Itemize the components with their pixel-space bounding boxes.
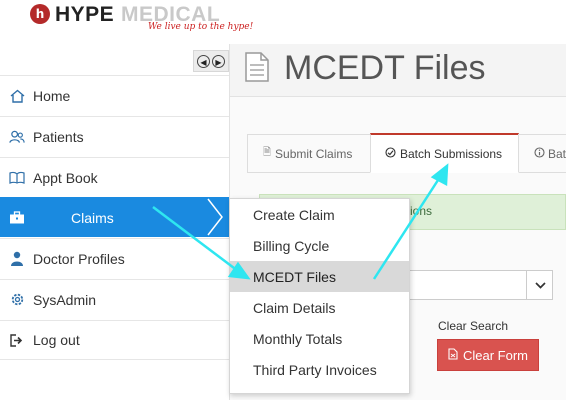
info-icon bbox=[534, 146, 545, 161]
gear-icon bbox=[9, 292, 25, 308]
sidebar-item-label: Doctor Profiles bbox=[33, 250, 125, 267]
alert-text: ions bbox=[410, 204, 433, 218]
clear-form-button[interactable]: Clear Form bbox=[437, 339, 539, 371]
check-circle-icon bbox=[385, 146, 396, 161]
sidebar-item-home[interactable]: Home bbox=[0, 75, 229, 115]
submenu-item-monthly-totals[interactable]: Monthly Totals bbox=[230, 323, 409, 354]
clear-form-label: Clear Form bbox=[462, 347, 528, 363]
tab-submit-claims[interactable]: 🗎 Submit Claims bbox=[247, 134, 371, 172]
home-icon bbox=[9, 88, 25, 104]
arrow-right-icon[interactable]: ▶ bbox=[212, 54, 225, 68]
submenu-item-third-party-invoices[interactable]: Third Party Invoices bbox=[230, 354, 409, 385]
sidebar-item-label: Appt Book bbox=[33, 169, 98, 186]
sidebar-item-logout[interactable]: Log out bbox=[0, 320, 229, 360]
tab-label: Submit Claims bbox=[275, 146, 353, 161]
arrow-left-icon[interactable]: ◀ bbox=[197, 54, 210, 68]
sidebar-item-sysadmin[interactable]: SysAdmin bbox=[0, 279, 229, 319]
briefcase-icon bbox=[9, 210, 25, 226]
submenu-item-create-claim[interactable]: Create Claim bbox=[230, 199, 409, 230]
submenu-item-claim-details[interactable]: Claim Details bbox=[230, 292, 409, 323]
clear-search-label: Clear Search bbox=[438, 319, 509, 333]
sidebar-item-appt-book[interactable]: Appt Book bbox=[0, 157, 229, 197]
sidebar-collapse-control[interactable]: ◀ ▶ bbox=[193, 50, 229, 72]
submenu-item-mcedt-files[interactable]: MCEDT Files bbox=[230, 261, 409, 292]
chevron-down-icon[interactable] bbox=[526, 270, 553, 300]
doctor-icon bbox=[9, 251, 25, 267]
tab-batch-other[interactable]: Bat bbox=[518, 134, 566, 172]
tab-batch-submissions[interactable]: Batch Submissions bbox=[370, 133, 519, 173]
file-icon: 🗎 bbox=[263, 147, 272, 158]
logo-icon: h bbox=[30, 4, 50, 24]
logout-icon bbox=[9, 332, 25, 348]
clear-file-icon bbox=[448, 347, 458, 363]
claims-submenu: Create Claim Billing Cycle MCEDT Files C… bbox=[229, 198, 410, 394]
book-icon bbox=[9, 170, 25, 186]
sidebar-item-label: Log out bbox=[33, 332, 80, 348]
tab-label: Batch Submissions bbox=[400, 146, 503, 161]
sidebar-item-label: SysAdmin bbox=[33, 291, 97, 308]
sidebar-item-patients[interactable]: Patients bbox=[0, 116, 229, 156]
brand-name-first: HYPE bbox=[55, 3, 115, 26]
brand-tagline: We live up to the hype! bbox=[148, 22, 254, 32]
document-icon bbox=[245, 52, 269, 82]
submenu-item-billing-cycle[interactable]: Billing Cycle bbox=[230, 230, 409, 261]
users-icon bbox=[9, 129, 25, 145]
sidebar-item-label: Home bbox=[33, 87, 71, 104]
active-item-pointer bbox=[207, 198, 223, 236]
page-title: MCEDT Files bbox=[284, 49, 486, 87]
sidebar-item-label: Claims bbox=[71, 209, 114, 226]
sidebar-item-label: Patients bbox=[33, 128, 84, 145]
tab-label: Bat bbox=[548, 146, 566, 161]
sidebar-item-doctor-profiles[interactable]: Doctor Profiles bbox=[0, 238, 229, 278]
sidebar-item-claims[interactable]: Claims bbox=[0, 197, 229, 237]
